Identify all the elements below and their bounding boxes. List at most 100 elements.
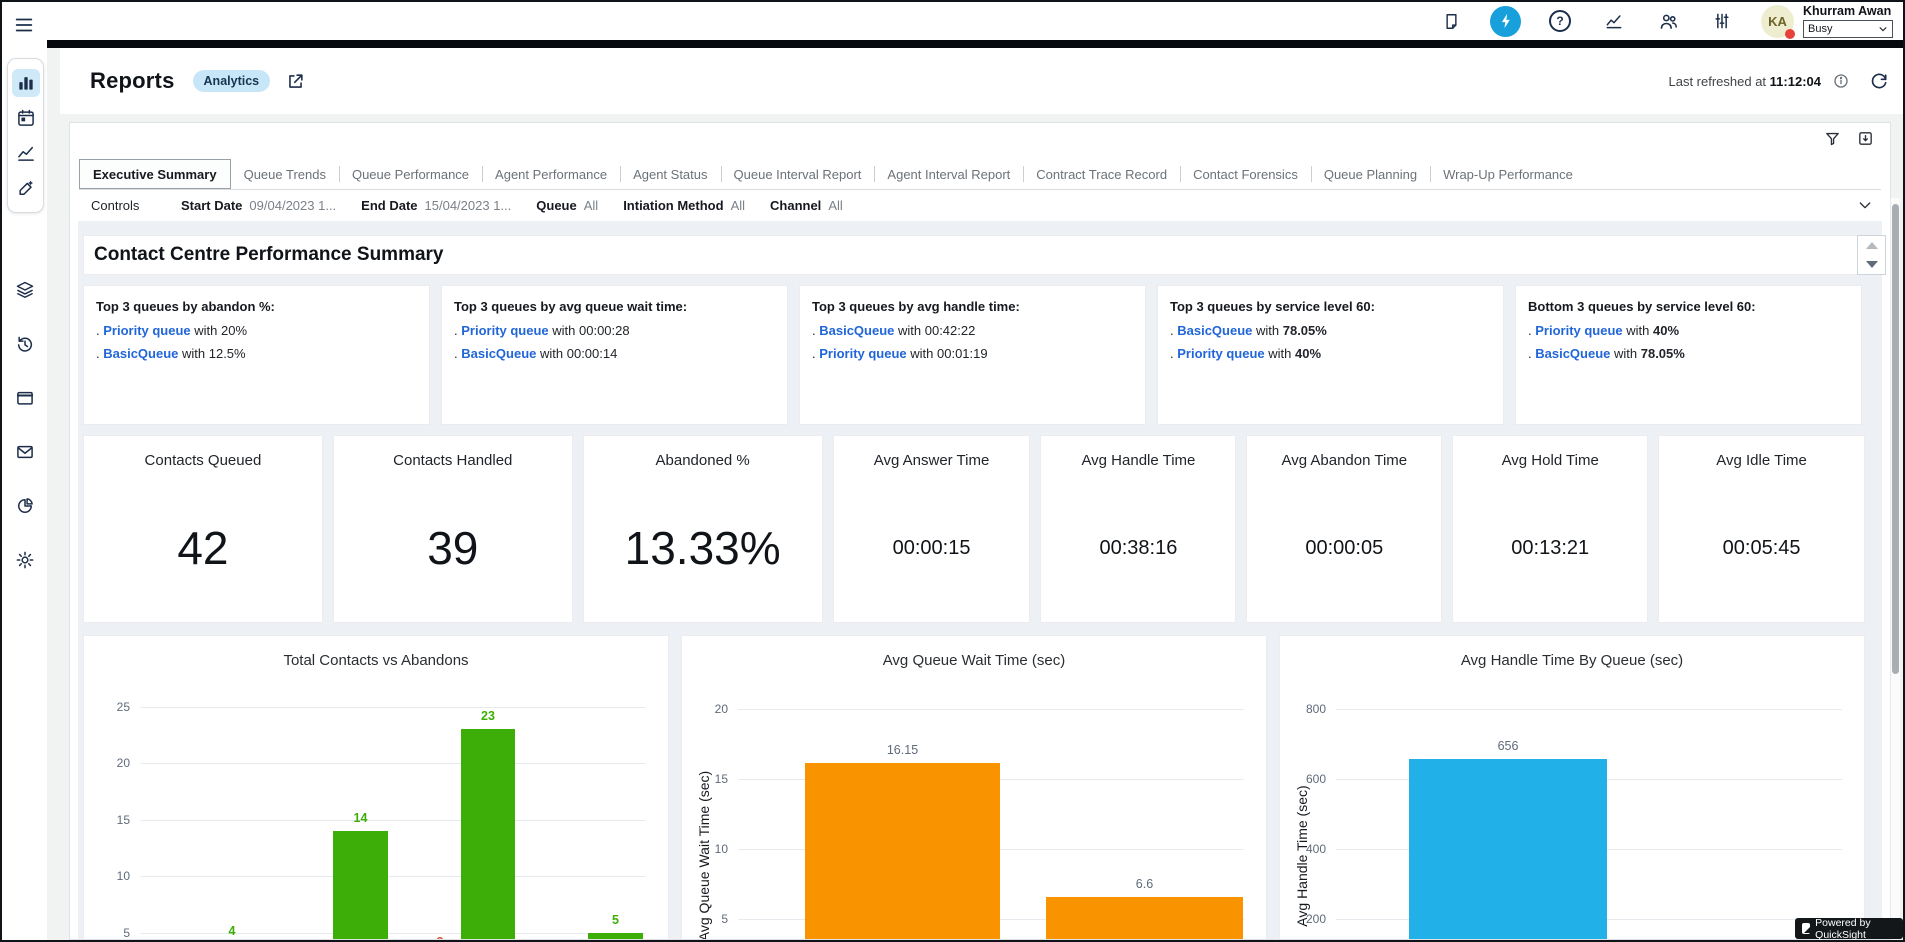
filter-value[interactable]: 09/04/2023 1... xyxy=(249,198,336,213)
tab-wrap-up-performance[interactable]: Wrap-Up Performance xyxy=(1430,159,1586,189)
chevron-down-icon[interactable] xyxy=(1857,197,1873,213)
tab-queue-interval-report[interactable]: Queue Interval Report xyxy=(721,159,875,189)
insight-card-title: Bottom 3 queues by service level 60: xyxy=(1528,299,1849,314)
y-tick-label: 15 xyxy=(682,772,728,786)
tab-queue-performance[interactable]: Queue Performance xyxy=(339,159,482,189)
tab-queue-trends[interactable]: Queue Trends xyxy=(231,159,339,189)
bar xyxy=(588,933,643,940)
user-name: Khurram Awan xyxy=(1803,4,1891,18)
tab-contract-trace-record[interactable]: Contract Trace Record xyxy=(1023,159,1180,189)
help-icon[interactable]: ? xyxy=(1545,6,1575,36)
y-tick-label: 800 xyxy=(1280,702,1326,716)
tab-executive-summary[interactable]: Executive Summary xyxy=(79,159,231,189)
tab-agent-performance[interactable]: Agent Performance xyxy=(482,159,620,189)
spinner-up-button[interactable] xyxy=(1858,236,1885,255)
filter-queue: Queue All xyxy=(536,198,598,213)
insight-item: . BasicQueue with 12.5% xyxy=(96,346,417,361)
tab-queue-planning[interactable]: Queue Planning xyxy=(1311,159,1430,189)
y-tick-label: 20 xyxy=(682,702,728,716)
queue-link[interactable]: BasicQueue xyxy=(103,346,178,361)
queue-link[interactable]: Priority queue xyxy=(819,346,906,361)
kpi-value: 00:13:21 xyxy=(1453,436,1647,622)
bar xyxy=(1409,759,1607,939)
avatar[interactable]: KA xyxy=(1761,5,1794,38)
note-icon[interactable] xyxy=(1436,6,1466,36)
analytics-badge: Analytics xyxy=(193,70,271,92)
users-icon[interactable] xyxy=(1653,6,1683,36)
filters: Start Date 09/04/2023 1... End Date15/04/2… xyxy=(181,198,868,213)
y-tick-label: 25 xyxy=(84,700,130,714)
tab-agent-interval-report[interactable]: Agent Interval Report xyxy=(874,159,1023,189)
line-chart-icon[interactable] xyxy=(12,139,40,167)
summary-title: Contact Centre Performance Summary xyxy=(84,244,444,266)
gridline xyxy=(140,820,646,821)
kpi-value: 00:00:15 xyxy=(834,436,1030,622)
filter-value[interactable]: 15/04/2023 1... xyxy=(425,198,512,213)
bar xyxy=(805,763,1000,939)
content-area: Reports Analytics Last refreshed at 11:1… xyxy=(47,48,1903,940)
history-icon[interactable] xyxy=(11,330,39,358)
sliders-icon[interactable] xyxy=(1707,6,1737,36)
refresh-icon[interactable] xyxy=(1869,71,1889,91)
spinner-down-button[interactable] xyxy=(1858,255,1885,274)
gridline xyxy=(140,763,646,764)
layers-icon[interactable] xyxy=(11,276,39,304)
export-icon[interactable] xyxy=(1857,130,1874,147)
quicksight-badge[interactable]: Powered by QuickSight xyxy=(1795,918,1903,939)
queue-link[interactable]: BasicQueue xyxy=(1177,323,1252,338)
calendar-icon[interactable] xyxy=(12,104,40,132)
gridline xyxy=(1336,709,1842,710)
info-icon[interactable] xyxy=(1833,73,1849,89)
insight-value: 00:00:14 xyxy=(567,346,618,361)
scrollbar-thumb[interactable] xyxy=(1892,204,1899,674)
bar-chart-icon[interactable] xyxy=(12,69,40,97)
brush-icon[interactable] xyxy=(12,174,40,202)
hamburger-menu-icon[interactable] xyxy=(13,14,35,36)
vertical-scrollbar[interactable] xyxy=(1890,198,1900,938)
bolt-icon[interactable] xyxy=(1490,6,1521,37)
window-icon[interactable] xyxy=(11,384,39,412)
gear-icon[interactable] xyxy=(11,546,39,574)
queue-link[interactable]: BasicQueue xyxy=(461,346,536,361)
mail-icon[interactable] xyxy=(11,438,39,466)
insight-value: 78.05% xyxy=(1283,323,1327,338)
tab-contact-forensics[interactable]: Contact Forensics xyxy=(1180,159,1311,189)
sidebar-icon-list xyxy=(7,250,42,600)
kpi-card: Avg Handle Time00:38:16 xyxy=(1040,435,1236,623)
app-window: ? KA Khurram Awan Busy Reports Analytics La… xyxy=(0,0,1905,942)
filter-end-date: End Date15/04/2023 1... xyxy=(361,198,511,213)
insight-card: Top 3 queues by abandon %:. Priority que… xyxy=(83,285,430,425)
tab-agent-status[interactable]: Agent Status xyxy=(620,159,720,189)
filter-icon[interactable] xyxy=(1824,130,1841,147)
insight-card-title: Top 3 queues by avg handle time: xyxy=(812,299,1133,314)
queue-link[interactable]: Priority queue xyxy=(461,323,548,338)
chart-title: Avg Queue Wait Time (sec) xyxy=(682,652,1266,669)
user-block: Khurram Awan Busy xyxy=(1803,4,1893,38)
external-link-icon[interactable] xyxy=(286,72,305,91)
y-tick-label: 10 xyxy=(682,842,728,856)
filter-label: Start Date xyxy=(181,198,242,213)
trend-icon[interactable] xyxy=(1599,6,1629,36)
queue-link[interactable]: Priority queue xyxy=(1177,346,1264,361)
filter-value[interactable]: All xyxy=(731,198,745,213)
filter-value[interactable]: All xyxy=(584,198,598,213)
bar-value-label: 656 xyxy=(1476,739,1540,753)
kpi-card: Contacts Handled39 xyxy=(333,435,573,623)
queue-link[interactable]: Priority queue xyxy=(1535,323,1622,338)
chart-tile: Total Contacts vs Abandons51015202541432… xyxy=(83,635,669,939)
insight-item: . BasicQueue with 00:42:22 xyxy=(812,323,1133,338)
pie-icon[interactable] xyxy=(11,492,39,520)
filter-label: Intiation Method xyxy=(623,198,723,213)
queue-link[interactable]: Priority queue xyxy=(103,323,190,338)
filter-label: Queue xyxy=(536,198,576,213)
sidebar-icon-group xyxy=(7,58,44,213)
bar-value-label: 6.6 xyxy=(1113,877,1177,891)
insight-item: . BasicQueue with 78.05% xyxy=(1528,346,1849,361)
insight-item: . Priority queue with 20% xyxy=(96,323,417,338)
queue-link[interactable]: BasicQueue xyxy=(819,323,894,338)
status-select[interactable]: Busy xyxy=(1803,20,1893,38)
insight-card-title: Top 3 queues by avg queue wait time: xyxy=(454,299,775,314)
queue-link[interactable]: BasicQueue xyxy=(1535,346,1610,361)
quicksight-logo-icon xyxy=(1802,923,1810,934)
filter-value[interactable]: All xyxy=(828,198,842,213)
